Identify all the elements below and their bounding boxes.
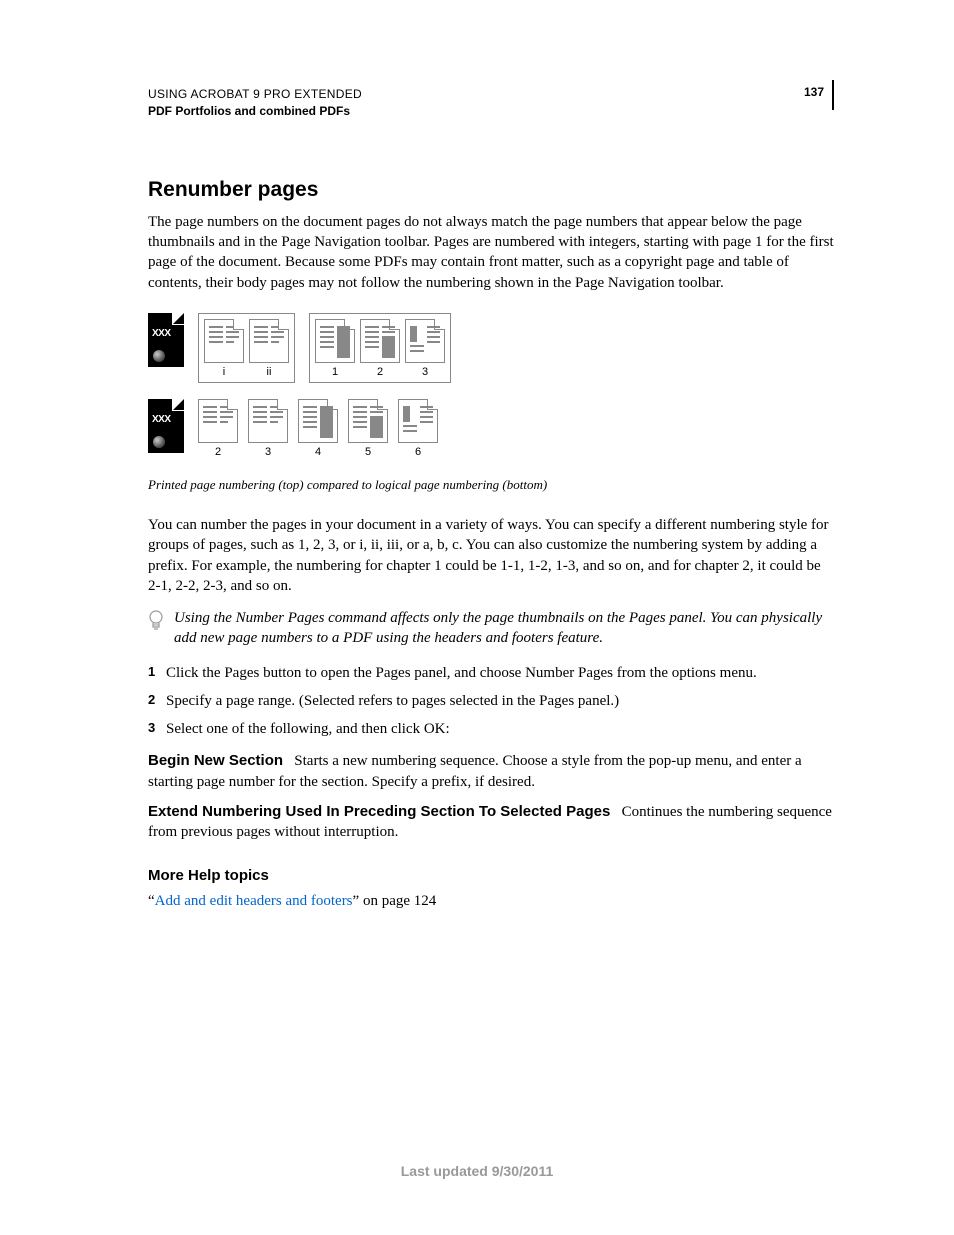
cover-text: XXX: [152, 413, 171, 427]
thumb-6b: 6: [398, 399, 438, 460]
cover-text: XXX: [152, 327, 171, 341]
body-paragraph-2: You can number the pages in your documen…: [148, 515, 834, 596]
thumb-2: 2: [360, 319, 400, 380]
tip-block: Using the Number Pages command affects o…: [148, 608, 834, 649]
thumb-ii: ii: [249, 319, 289, 380]
lightbulb-icon: [148, 610, 166, 638]
steps-list: Click the Pages button to open the Pages…: [148, 663, 834, 740]
thumb-group-roman: i ii: [198, 313, 295, 383]
cover-thumbnail-top: XXX: [148, 313, 184, 367]
thumb-i: i: [204, 319, 244, 380]
thumb-label: 3: [265, 445, 271, 460]
link-suffix: ” on page 124: [353, 893, 437, 909]
thumb-2b: 2: [198, 399, 238, 460]
thumb-label: 3: [422, 365, 428, 380]
thumb-label: 2: [215, 445, 221, 460]
page-header: USING ACROBAT 9 PRO EXTENDED PDF Portfol…: [148, 86, 834, 120]
figure-caption: Printed page numbering (top) compared to…: [148, 476, 834, 494]
thumb-label: 5: [365, 445, 371, 460]
header-product: USING ACROBAT 9 PRO EXTENDED: [148, 86, 362, 103]
step-2: Specify a page range. (Selected refers t…: [148, 691, 834, 711]
thumb-4b: 4: [298, 399, 338, 460]
thumb-3b: 3: [248, 399, 288, 460]
option-extend-numbering: Extend Numbering Used In Preceding Secti…: [148, 802, 834, 843]
quote-open: “: [148, 893, 155, 909]
help-link-headers-footers[interactable]: Add and edit headers and footers: [155, 893, 353, 909]
cover-logo-icon: [153, 350, 165, 362]
header-chapter: PDF Portfolios and combined PDFs: [148, 103, 362, 120]
section-title: Renumber pages: [148, 176, 834, 204]
option-term: Extend Numbering Used In Preceding Secti…: [148, 803, 610, 820]
figure-row-printed: XXX i ii 1 2: [148, 313, 834, 383]
cover-logo-icon: [153, 436, 165, 448]
step-1: Click the Pages button to open the Pages…: [148, 663, 834, 683]
thumb-3: 3: [405, 319, 445, 380]
option-begin-new-section: Begin New Section Starts a new numbering…: [148, 751, 834, 792]
figure-row-logical: XXX 2 3 4 5: [148, 399, 834, 460]
more-help-link-line: “Add and edit headers and footers” on pa…: [148, 891, 834, 911]
tip-text: Using the Number Pages command affects o…: [174, 608, 834, 649]
thumb-label: 1: [332, 365, 338, 380]
more-help-heading: More Help topics: [148, 866, 834, 886]
thumb-group-arabic-top: 1 2 3: [309, 313, 451, 383]
figure-renumber: XXX i ii 1 2: [148, 313, 834, 493]
thumb-5b: 5: [348, 399, 388, 460]
intro-paragraph: The page numbers on the document pages d…: [148, 212, 834, 293]
cover-thumbnail-bottom: XXX: [148, 399, 184, 453]
thumb-label: i: [223, 365, 225, 380]
thumb-group-logical: 2 3 4 5 6: [198, 399, 438, 460]
thumb-label: ii: [267, 365, 272, 380]
step-3: Select one of the following, and then cl…: [148, 719, 834, 739]
page-number: 137: [804, 80, 834, 110]
thumb-label: 6: [415, 445, 421, 460]
thumb-label: 2: [377, 365, 383, 380]
footer-last-updated: Last updated 9/30/2011: [0, 1162, 954, 1181]
option-term: Begin New Section: [148, 752, 283, 769]
thumb-label: 4: [315, 445, 321, 460]
header-left: USING ACROBAT 9 PRO EXTENDED PDF Portfol…: [148, 86, 362, 120]
thumb-1: 1: [315, 319, 355, 380]
